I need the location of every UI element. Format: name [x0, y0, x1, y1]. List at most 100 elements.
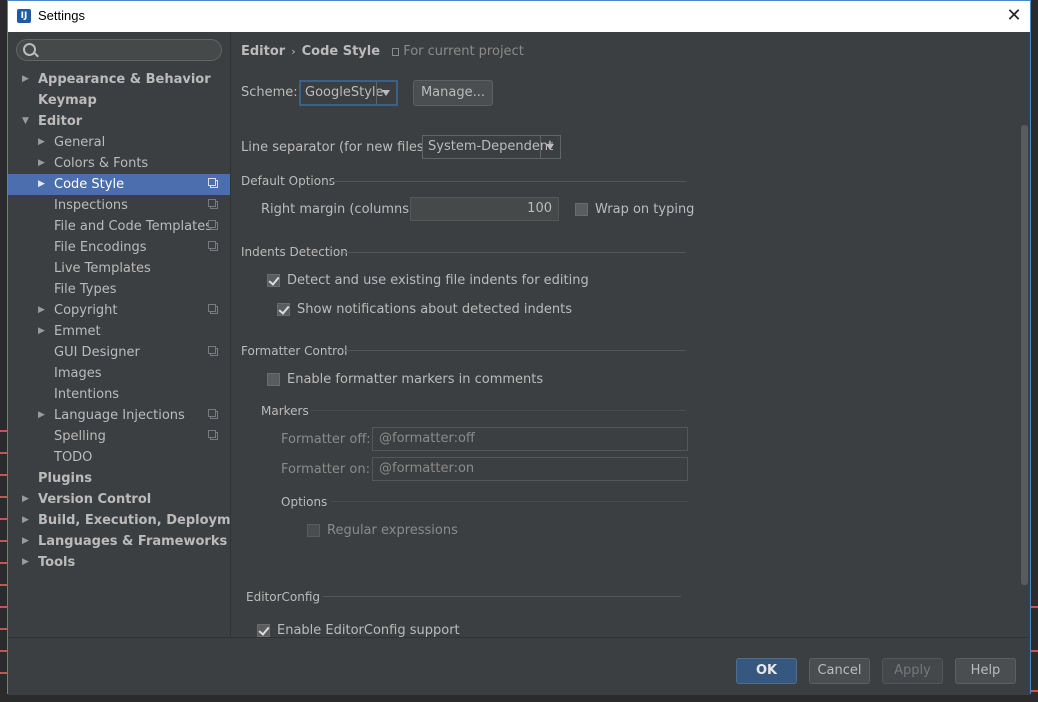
- sidebar-item-file-types[interactable]: File Types: [8, 279, 230, 300]
- breadcrumb-separator: ›: [291, 45, 296, 58]
- sidebar-item-images[interactable]: Images: [8, 363, 230, 384]
- sidebar-item-label: TODO: [54, 450, 93, 465]
- editorconfig-checkbox[interactable]: [257, 624, 270, 637]
- sidebar-item-languages-frameworks[interactable]: ▶ Languages & Frameworks: [8, 531, 230, 552]
- sidebar-item-appearance-behavior[interactable]: ▶ Appearance & Behavior: [8, 69, 230, 90]
- search-icon: [23, 43, 36, 56]
- sidebar-item-label: Plugins: [38, 471, 92, 486]
- detect-indents-checkbox[interactable]: [267, 274, 280, 287]
- breadcrumb-current: Code Style: [301, 44, 381, 59]
- scheme-select[interactable]: GoogleStyle: [299, 80, 398, 106]
- settings-dialog: IJ Settings ✕ ▶ Appearance & Behavior Keym…: [7, 0, 1031, 695]
- sidebar-item-keymap[interactable]: Keymap: [8, 90, 230, 111]
- chevron-right-icon[interactable]: ▶: [38, 132, 48, 153]
- sidebar-item-plugins[interactable]: Plugins: [8, 468, 230, 489]
- sidebar-item-inspections[interactable]: Inspections: [8, 195, 230, 216]
- sidebar-item-intentions[interactable]: Intentions: [8, 384, 230, 405]
- sidebar-item-file-and-code-templates[interactable]: File and Code Templates: [8, 216, 230, 237]
- project-scope-icon: [208, 304, 218, 314]
- sidebar-item-label: Copyright: [54, 303, 118, 318]
- title-bar: IJ Settings ✕: [8, 1, 1030, 32]
- sidebar-item-colors-fonts[interactable]: ▶ Colors & Fonts: [8, 153, 230, 174]
- breadcrumb: Editor › Code Style For current project: [241, 44, 524, 59]
- options-heading: Options: [281, 495, 328, 509]
- sidebar-item-copyright[interactable]: ▶ Copyright: [8, 300, 230, 321]
- project-scope-note: For current project: [392, 44, 524, 59]
- project-scope-icon: [208, 430, 218, 440]
- help-button[interactable]: Help: [955, 658, 1016, 684]
- line-separator-value: System-Dependent: [428, 139, 554, 154]
- sidebar-item-label: Appearance & Behavior: [38, 72, 211, 87]
- regular-expressions-checkbox[interactable]: [307, 524, 320, 537]
- wrap-on-typing-checkbox[interactable]: [575, 203, 588, 216]
- sidebar-item-general[interactable]: ▶ General: [8, 132, 230, 153]
- chevron-right-icon[interactable]: ▶: [22, 489, 32, 510]
- sidebar-item-label: Language Injections: [54, 408, 185, 423]
- right-margin-label: Right margin (columns):: [261, 202, 419, 217]
- chevron-right-icon[interactable]: ▶: [38, 321, 48, 342]
- sidebar-item-label: General: [54, 135, 106, 150]
- sidebar-item-label: File Types: [54, 282, 117, 297]
- scheme-value: GoogleStyle: [305, 85, 384, 100]
- sidebar-item-label: Languages & Frameworks: [38, 534, 228, 549]
- chevron-right-icon[interactable]: ▶: [38, 153, 48, 174]
- formatter-off-input[interactable]: @formatter:off: [372, 427, 688, 451]
- ok-button[interactable]: OK: [736, 658, 797, 684]
- formatter-control-heading: Formatter Control: [241, 344, 348, 358]
- breadcrumb-parent: Editor: [241, 44, 286, 59]
- chevron-right-icon[interactable]: ▶: [38, 174, 48, 195]
- formatter-on-label: Formatter on:: [281, 462, 370, 477]
- apply-button[interactable]: Apply: [882, 658, 943, 684]
- sidebar-item-label: Editor: [38, 114, 83, 129]
- chevron-right-icon[interactable]: ▶: [22, 531, 32, 552]
- sidebar-item-version-control[interactable]: ▶ Version Control: [8, 489, 230, 510]
- sidebar-item-label: Code Style: [54, 177, 125, 192]
- manage-button[interactable]: Manage...: [413, 80, 493, 106]
- close-icon[interactable]: ✕: [1004, 6, 1024, 26]
- sidebar-item-label: Images: [54, 366, 102, 381]
- chevron-down-icon[interactable]: ▼: [22, 111, 32, 132]
- sidebar-item-label: File Encodings: [54, 240, 147, 255]
- scrollbar-thumb[interactable]: [1021, 125, 1028, 585]
- vertical-scrollbar[interactable]: [1019, 125, 1030, 585]
- sidebar-item-label: Keymap: [38, 93, 97, 108]
- cancel-button[interactable]: Cancel: [809, 658, 870, 684]
- enable-formatter-markers-label: Enable formatter markers in comments: [287, 372, 544, 387]
- show-notifications-checkbox[interactable]: [277, 303, 290, 316]
- sidebar-item-live-templates[interactable]: Live Templates: [8, 258, 230, 279]
- project-scope-icon: [208, 199, 218, 209]
- chevron-right-icon[interactable]: ▶: [38, 300, 48, 321]
- sidebar-item-tools[interactable]: ▶ Tools: [8, 552, 230, 573]
- right-margin-input[interactable]: 100: [410, 197, 559, 221]
- sidebar-item-language-injections[interactable]: ▶ Language Injections: [8, 405, 230, 426]
- sidebar-item-label: Inspections: [54, 198, 128, 213]
- default-options-heading: Default Options: [241, 174, 335, 188]
- sidebar-item-label: File and Code Templates: [54, 219, 212, 234]
- line-separator-select[interactable]: System-Dependent: [422, 135, 561, 159]
- sidebar-item-code-style[interactable]: ▶ Code Style: [8, 174, 230, 195]
- chevron-down-icon[interactable]: [540, 136, 560, 158]
- enable-formatter-markers-checkbox[interactable]: [267, 373, 280, 386]
- divider: [343, 252, 686, 253]
- sidebar-item-label: GUI Designer: [54, 345, 140, 360]
- settings-sidebar: ▶ Appearance & Behavior Keymap ▼ Editor ▶ Gene…: [8, 32, 255, 637]
- show-notifications-label: Show notifications about detected indent…: [297, 302, 573, 317]
- chevron-right-icon[interactable]: ▶: [22, 552, 32, 573]
- chevron-right-icon[interactable]: ▶: [22, 69, 32, 90]
- sidebar-item-build-execution-deployment[interactable]: ▶ Build, Execution, Deployment: [8, 510, 255, 531]
- project-scope-icon: [208, 178, 218, 188]
- sidebar-item-gui-designer[interactable]: GUI Designer: [8, 342, 230, 363]
- chevron-right-icon[interactable]: ▶: [38, 405, 48, 426]
- sidebar-item-emmet[interactable]: ▶ Emmet: [8, 321, 230, 342]
- search-input[interactable]: [16, 39, 222, 61]
- divider: [311, 410, 686, 411]
- sidebar-item-file-encodings[interactable]: File Encodings: [8, 237, 230, 258]
- sidebar-item-label: Build, Execution, Deployment: [38, 513, 255, 528]
- chevron-down-icon[interactable]: [376, 82, 396, 104]
- chevron-right-icon[interactable]: ▶: [22, 510, 32, 531]
- sidebar-item-label: Tools: [38, 555, 76, 570]
- formatter-on-input[interactable]: @formatter:on: [372, 457, 688, 481]
- sidebar-item-todo[interactable]: TODO: [8, 447, 230, 468]
- sidebar-item-spelling[interactable]: Spelling: [8, 426, 230, 447]
- sidebar-item-editor[interactable]: ▼ Editor: [8, 111, 230, 132]
